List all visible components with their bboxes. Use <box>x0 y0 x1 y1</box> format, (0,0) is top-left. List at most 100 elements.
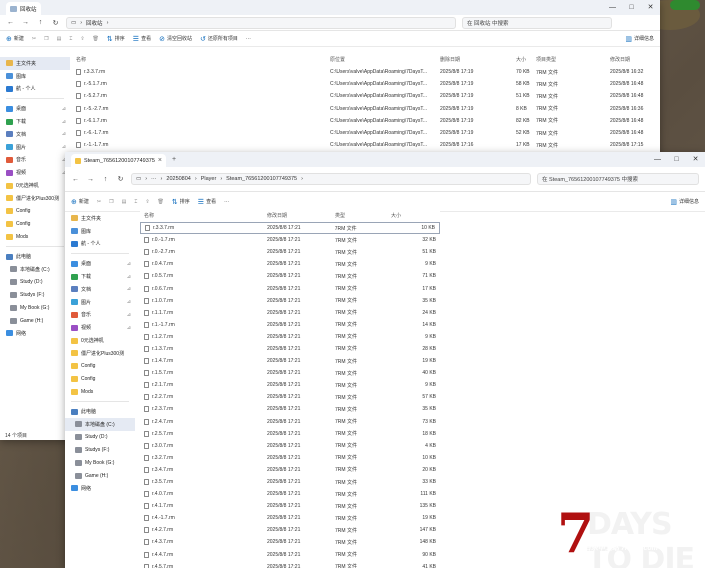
sidebar-item[interactable]: 网络 <box>65 482 135 495</box>
sidebar-item[interactable]: 图片 ⊿ <box>65 296 135 309</box>
back-search-input[interactable]: 在 回收站 中搜索 <box>462 16 612 29</box>
table-row[interactable]: r.1.4.7.rm 2025/8/8 17:21 7RM 文件 19 KB <box>140 355 440 367</box>
delete-button[interactable]: 🗑 <box>93 36 99 42</box>
table-row[interactable]: r.2.1.7.rm 2025/8/8 17:21 7RM 文件 9 KB <box>140 379 440 391</box>
table-row[interactable]: r.1.0.7.rm 2025/8/8 17:21 7RM 文件 35 KB <box>140 295 440 307</box>
sidebar-item[interactable]: 文档 ⊿ <box>0 128 70 141</box>
sidebar-item[interactable]: 下载 ⊿ <box>0 115 70 128</box>
table-row[interactable]: r.4.2.7.rm 2025/8/8 17:21 7RM 文件 147 KB <box>140 524 440 536</box>
table-row[interactable]: r.4.-1.7.rm 2025/8/8 17:21 7RM 文件 19 KB <box>140 512 440 524</box>
refresh-icon[interactable]: ↻ <box>51 19 60 27</box>
breadcrumb-item[interactable]: Player <box>201 176 217 182</box>
sidebar-item[interactable]: 本地磁盘 (C:) <box>65 417 135 431</box>
front-path-box[interactable]: ▭ › ··· › 20250804 › Player › Steam_7656… <box>131 173 531 185</box>
tab-close-icon[interactable]: × <box>158 157 162 164</box>
sidebar-item[interactable]: 桌面 ⊿ <box>0 102 70 115</box>
table-row[interactable]: r.3.0.7.rm 2025/8/8 17:21 7RM 文件 4 KB <box>140 440 440 452</box>
column-header[interactable]: 名称 <box>72 56 326 63</box>
sidebar-item[interactable]: Mods <box>0 230 70 243</box>
table-row[interactable]: r.1.2.7.rm 2025/8/8 17:21 7RM 文件 9 KB <box>140 331 440 343</box>
breadcrumb-item[interactable]: 20250804 <box>166 176 190 182</box>
sidebar-item[interactable]: My Book (G:) <box>65 456 135 469</box>
table-row[interactable]: r.0.-1.7.rm 2025/8/8 17:21 7RM 文件 32 KB <box>140 234 440 246</box>
sidebar-item[interactable]: 下载 ⊿ <box>65 270 135 283</box>
column-header[interactable]: 大小 <box>387 212 440 219</box>
back-tab[interactable]: 回收站 <box>6 2 41 15</box>
table-row[interactable]: r.2.3.7.rm 2025/8/8 17:21 7RM 文件 35 KB <box>140 403 440 415</box>
back-sort-button[interactable]: ⇅ 排序 <box>107 35 125 43</box>
sidebar-item[interactable]: 僵尸进化Plus300测 <box>0 192 70 205</box>
minimize-icon[interactable]: — <box>648 152 667 167</box>
column-header[interactable]: 修改日期 <box>263 212 331 219</box>
delete-button[interactable]: 🗑 <box>158 199 164 205</box>
table-row[interactable]: r.4.3.7.rm 2025/8/8 17:21 7RM 文件 148 KB <box>140 536 440 548</box>
back-path-box[interactable]: ▭ › 回收站 › <box>66 16 456 29</box>
table-row[interactable]: r.-5.2.7.rm C:\Users\valve\AppData\Roamin… <box>72 90 660 102</box>
sidebar-item[interactable]: 僵尸进化Plus300测 <box>65 347 135 360</box>
copy-button[interactable]: ❐ <box>44 36 48 42</box>
column-header[interactable]: 删除日期 <box>436 56 512 63</box>
breadcrumb-item[interactable]: Steam_76561200107749375 <box>226 176 297 182</box>
sidebar-item[interactable]: 图库 <box>0 70 70 83</box>
sidebar-item[interactable]: 音乐 ⊿ <box>0 154 70 167</box>
column-header[interactable]: 项目类型 <box>532 56 606 63</box>
sidebar-item[interactable]: 航 - 个人 <box>65 238 135 251</box>
sidebar-item[interactable]: Config <box>65 360 135 373</box>
sidebar-item[interactable]: 图库 <box>65 225 135 238</box>
column-header[interactable]: 名称 <box>140 212 263 219</box>
sidebar-item[interactable]: 网络 <box>0 327 70 340</box>
sidebar-item[interactable]: 视频 ⊿ <box>0 166 70 179</box>
copy-button[interactable]: ❐ <box>109 199 113 205</box>
table-row[interactable]: r.2.4.7.rm 2025/8/8 17:21 7RM 文件 73 KB <box>140 416 440 428</box>
sidebar-item[interactable]: 视频 ⊿ <box>65 321 135 334</box>
table-row[interactable]: r.-6.-1.7.rm C:\Users\valve\AppData\Roami… <box>72 127 660 139</box>
refresh-icon[interactable]: ↻ <box>116 175 125 183</box>
sidebar-item[interactable]: 此电脑 <box>0 250 70 263</box>
table-row[interactable]: r.4.5.7.rm 2025/8/8 17:21 7RM 文件 41 KB <box>140 561 440 568</box>
forward-arrow-icon[interactable]: → <box>86 176 95 183</box>
front-view-button[interactable]: ☰ 查看 <box>198 198 216 206</box>
sidebar-item[interactable]: 图片 ⊿ <box>0 141 70 154</box>
up-arrow-icon[interactable]: ↑ <box>36 19 45 26</box>
column-header[interactable]: 修改日期 <box>606 56 660 63</box>
front-more-button[interactable]: ··· <box>224 199 229 205</box>
table-row[interactable]: r.4.1.7.rm 2025/8/8 17:21 7RM 文件 135 KB <box>140 500 440 512</box>
table-row[interactable]: r.3.2.7.rm 2025/8/8 17:21 7RM 文件 10 KB <box>140 452 440 464</box>
front-sort-button[interactable]: ⇅ 排序 <box>172 198 190 206</box>
column-header[interactable]: 类型 <box>331 212 387 219</box>
new-tab-icon[interactable]: + <box>172 156 176 163</box>
up-arrow-icon[interactable]: ↑ <box>101 176 110 183</box>
table-row[interactable]: r.1.5.7.rm 2025/8/8 17:21 7RM 文件 40 KB <box>140 367 440 379</box>
table-row[interactable]: r.1.3.7.rm 2025/8/8 17:21 7RM 文件 28 KB <box>140 343 440 355</box>
sidebar-item[interactable]: 主文件夹 <box>0 57 70 70</box>
back-arrow-icon[interactable]: ← <box>6 19 15 26</box>
front-tab[interactable]: Steam_76561200107749375 × <box>71 154 166 167</box>
table-row[interactable]: r.0.-2.7.rm 2025/8/8 17:21 7RM 文件 51 KB <box>140 246 440 258</box>
sidebar-item[interactable]: My Book (G:) <box>0 301 70 314</box>
sidebar-item[interactable]: 文档 ⊿ <box>65 283 135 296</box>
close-icon[interactable]: ✕ <box>686 152 705 167</box>
forward-arrow-icon[interactable]: → <box>21 19 30 26</box>
table-row[interactable]: r.0.4.7.rm 2025/8/8 17:21 7RM 文件 9 KB <box>140 258 440 270</box>
table-row[interactable]: r.-5.-2.7.rm C:\Users\valve\AppData\Roami… <box>72 103 660 115</box>
sidebar-item[interactable]: Mods <box>65 385 135 398</box>
sidebar-item[interactable]: Config <box>65 373 135 386</box>
rename-button[interactable]: ⌶ <box>69 36 72 42</box>
column-header[interactable]: 原位置 <box>326 56 436 63</box>
front-search-input[interactable]: 在 Steam_76561200107749375 中搜索 <box>537 173 699 185</box>
sidebar-item[interactable]: 航 - 个人 <box>0 83 70 96</box>
front-new-button[interactable]: ⊕ 新建 <box>71 198 89 206</box>
table-row[interactable]: r.4.0.7.rm 2025/8/8 17:21 7RM 文件 111 KB <box>140 488 440 500</box>
back-new-button[interactable]: ⊕ 新建 <box>6 35 24 43</box>
share-button[interactable]: ⇪ <box>80 36 84 42</box>
table-row[interactable]: r.0.5.7.rm 2025/8/8 17:21 7RM 文件 71 KB <box>140 270 440 282</box>
sidebar-item[interactable]: Config <box>0 218 70 231</box>
sidebar-item[interactable]: 音乐 ⊿ <box>65 309 135 322</box>
sidebar-item[interactable]: 0元选神机 <box>0 179 70 192</box>
table-row[interactable]: r.2.2.7.rm 2025/8/8 17:21 7RM 文件 57 KB <box>140 391 440 403</box>
sidebar-item[interactable]: 本地磁盘 (C:) <box>0 263 70 276</box>
column-header[interactable]: 大小 <box>512 56 532 63</box>
table-row[interactable]: r.2.5.7.rm 2025/8/8 17:21 7RM 文件 18 KB <box>140 428 440 440</box>
table-row[interactable]: r.1.-1.7.rm 2025/8/8 17:21 7RM 文件 14 KB <box>140 319 440 331</box>
table-row[interactable]: r.-6.1.7.rm C:\Users\valve\AppData\Roamin… <box>72 115 660 127</box>
